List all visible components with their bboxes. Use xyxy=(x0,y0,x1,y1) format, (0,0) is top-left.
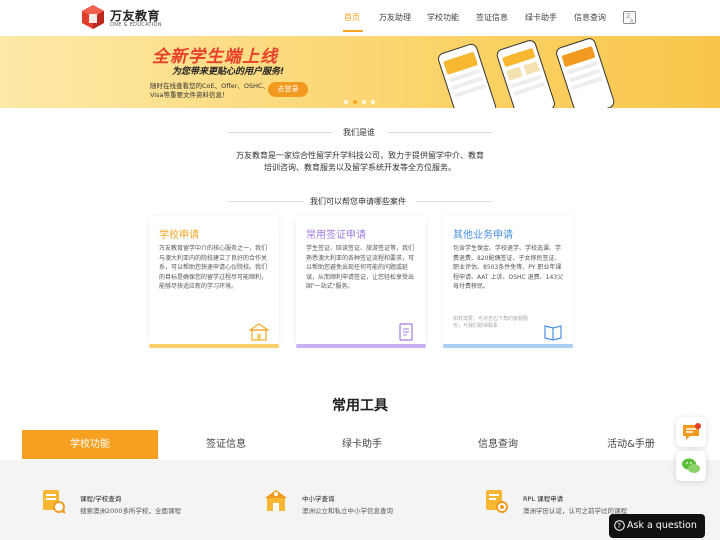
tool-description: 搜索澳洲2000多所学校，全面课程 xyxy=(80,507,182,515)
certificate-icon xyxy=(486,490,508,513)
card-text: 包含学生保金、学校退学、学校选课、学费退费、820配偶签证、子女移民签证、职业评… xyxy=(453,245,564,290)
banner-description: 随时在线查看您的CoE、Offer、OSHC、Visa等重要文件资料信息！ xyxy=(150,82,270,99)
ask-question-button[interactable]: ? Ask a question xyxy=(609,514,705,538)
carousel-dot[interactable] xyxy=(362,100,366,104)
phone-mockups-image xyxy=(438,38,615,108)
book-icon xyxy=(544,325,562,341)
message-float-button[interactable] xyxy=(676,417,706,447)
translate-icon[interactable]: 文 A xyxy=(623,11,636,24)
wechat-icon xyxy=(682,458,700,473)
tab-query[interactable]: 信息查询 xyxy=(430,430,566,459)
tools-tabs: 学校功能 签证信息 绿卡助手 信息查询 活动&手册 xyxy=(0,430,720,460)
nav-active-indicator xyxy=(343,30,363,32)
card-accent-bar xyxy=(443,344,573,348)
banner-login-button[interactable]: 去登录 xyxy=(268,82,308,97)
tool-k12-search[interactable]: 中小学查询 澳洲公立和私立中小学信息查询 xyxy=(264,488,444,518)
message-icon xyxy=(683,423,701,440)
tool-description: 澳洲公立和私立中小学信息查询 xyxy=(302,507,393,515)
nav-item-school[interactable]: 学校功能 xyxy=(427,12,459,23)
document-icon xyxy=(399,323,413,341)
tab-school[interactable]: 学校功能 xyxy=(22,430,158,459)
nav-item-assistant[interactable]: 万友助理 xyxy=(379,12,411,23)
logo[interactable]: 万友教育 ONE & EDUCATION xyxy=(82,5,172,31)
tool-name: 中小学查询 xyxy=(302,495,335,503)
card-title: 学校申请 xyxy=(159,230,199,241)
svg-text:A: A xyxy=(630,19,634,25)
promo-banner[interactable]: 全新学生端上线 为您带来更贴心的用户服务! 随时在线查看您的CoE、Offer、… xyxy=(0,36,720,108)
card-accent-bar xyxy=(149,344,279,348)
tool-name: RPL 课程申请 xyxy=(523,495,564,503)
card-contact-note: 如有需要，可点击右下角的客服服务，与我们取得联系 xyxy=(453,316,529,329)
carousel-dot-active[interactable] xyxy=(353,100,357,104)
card-text: 万友教育留学中介的核心服务之一，我们与澳大利亚内的院校建立了良好的合作关系，可以… xyxy=(159,245,268,290)
divider-line xyxy=(228,132,332,133)
school-building-icon xyxy=(265,490,287,511)
nav-item-home[interactable]: 首页 xyxy=(344,12,360,23)
banner-subtitle: 为您带来更贴心的用户服务! xyxy=(172,67,285,77)
tool-course-search[interactable]: 课程/学校查询 搜索澳洲2000多所学校，全面课程 xyxy=(42,488,222,518)
svg-text:?: ? xyxy=(617,522,621,530)
nav-item-query[interactable]: 信息查询 xyxy=(574,12,606,23)
service-card-school[interactable]: 学校申请 万友教育留学中介的核心服务之一，我们与澳大利亚内的院校建立了良好的合作… xyxy=(149,216,279,348)
carousel-dot[interactable] xyxy=(344,100,348,104)
divider-line xyxy=(388,132,492,133)
card-accent-bar xyxy=(296,344,426,348)
nav-item-visa[interactable]: 签证信息 xyxy=(476,12,508,23)
tab-visa[interactable]: 签证信息 xyxy=(158,430,294,459)
nav-item-greencard[interactable]: 绿卡助手 xyxy=(525,12,557,23)
card-text: 学生签证、陪读签证、旅游签证等，我们熟悉澳大利亚的各种签证流程和要求，可以帮助您… xyxy=(306,245,415,290)
about-title: 我们是谁 xyxy=(343,128,375,137)
brand-subtitle: ONE & EDUCATION xyxy=(110,22,162,28)
header: 万友教育 ONE & EDUCATION 首页 万友助理 学校功能 签证信息 绿… xyxy=(0,0,720,36)
services-title: 我们可以帮您申请哪些案件 xyxy=(310,197,406,206)
ask-question-label: Ask a question xyxy=(627,520,697,531)
tools-title: 常用工具 xyxy=(332,398,388,414)
divider-line xyxy=(416,201,492,202)
logo-cube-icon xyxy=(82,5,104,29)
school-icon xyxy=(249,323,269,341)
wechat-float-button[interactable] xyxy=(676,451,706,481)
tool-name: 课程/学校查询 xyxy=(80,495,122,503)
card-title: 常用签证申请 xyxy=(306,230,366,241)
card-title: 其他业务申请 xyxy=(453,230,513,241)
help-icon: ? xyxy=(614,520,625,531)
carousel-dot[interactable] xyxy=(371,100,375,104)
divider-line xyxy=(228,201,304,202)
service-card-other[interactable]: 其他业务申请 包含学生保金、学校退学、学校选课、学费退费、820配偶签证、子女移… xyxy=(443,216,573,348)
about-text: 万友教育是一家综合性留学升学科技公司，致力于提供留学中介、教育培训咨询、教育服务… xyxy=(236,151,484,172)
course-search-icon xyxy=(43,490,66,514)
tab-greencard[interactable]: 绿卡助手 xyxy=(294,430,430,459)
service-card-visa[interactable]: 常用签证申请 学生签证、陪读签证、旅游签证等，我们熟悉澳大利亚的各种签证流程和要… xyxy=(296,216,426,348)
